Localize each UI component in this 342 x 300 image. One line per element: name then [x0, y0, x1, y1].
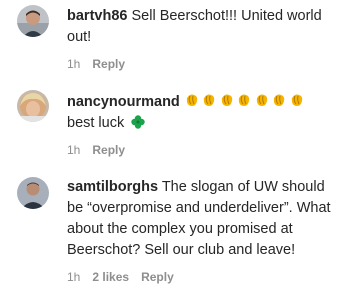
avatar[interactable]	[17, 177, 49, 209]
clapping-hands-icon	[186, 94, 198, 106]
comment-body: nancynourmand best luck 1h Reply	[67, 92, 332, 158]
clapping-hands-icon	[291, 94, 303, 106]
clapping-hands-emoji-row	[184, 94, 307, 110]
comment-time[interactable]: 1h	[67, 56, 80, 72]
comment-meta: 1h Reply	[67, 56, 332, 72]
comment-username[interactable]: bartvh86	[67, 8, 127, 24]
reply-button[interactable]: Reply	[141, 269, 174, 285]
reply-button[interactable]: Reply	[92, 142, 125, 158]
avatar[interactable]	[17, 5, 49, 37]
reply-button[interactable]: Reply	[92, 56, 125, 72]
avatar-image	[17, 177, 49, 209]
clapping-hands-icon	[239, 94, 250, 106]
comment-text-line: nancynourmand best luck	[67, 92, 332, 134]
comment-time[interactable]: 1h	[67, 269, 80, 285]
four-leaf-clover-icon	[131, 115, 145, 129]
comment-meta: 1h 2 likes Reply	[67, 269, 332, 285]
clapping-hands-icon	[256, 94, 268, 106]
likes-count[interactable]: 2 likes	[92, 269, 129, 285]
comment-meta: 1h Reply	[67, 142, 332, 158]
comment-body: bartvh86 Sell Beerschot!!! United world …	[67, 6, 332, 72]
comment-text-line: bartvh86 Sell Beerschot!!! United world …	[67, 6, 332, 48]
comment-text-line: samtilborghs The slogan of UW should be …	[67, 177, 332, 261]
comment-text: best luck	[67, 115, 125, 131]
avatar-image	[17, 5, 49, 37]
comment-body: samtilborghs The slogan of UW should be …	[67, 177, 332, 285]
comment-username[interactable]: nancynourmand	[67, 94, 180, 110]
avatar-image	[17, 90, 49, 122]
comment-username[interactable]: samtilborghs	[67, 179, 158, 195]
avatar[interactable]	[17, 90, 49, 122]
comment-time[interactable]: 1h	[67, 142, 80, 158]
comments-list: bartvh86 Sell Beerschot!!! United world …	[0, 0, 342, 300]
clapping-hands-icon	[204, 94, 215, 106]
clapping-hands-icon	[274, 94, 285, 106]
clapping-hands-icon	[221, 94, 233, 106]
